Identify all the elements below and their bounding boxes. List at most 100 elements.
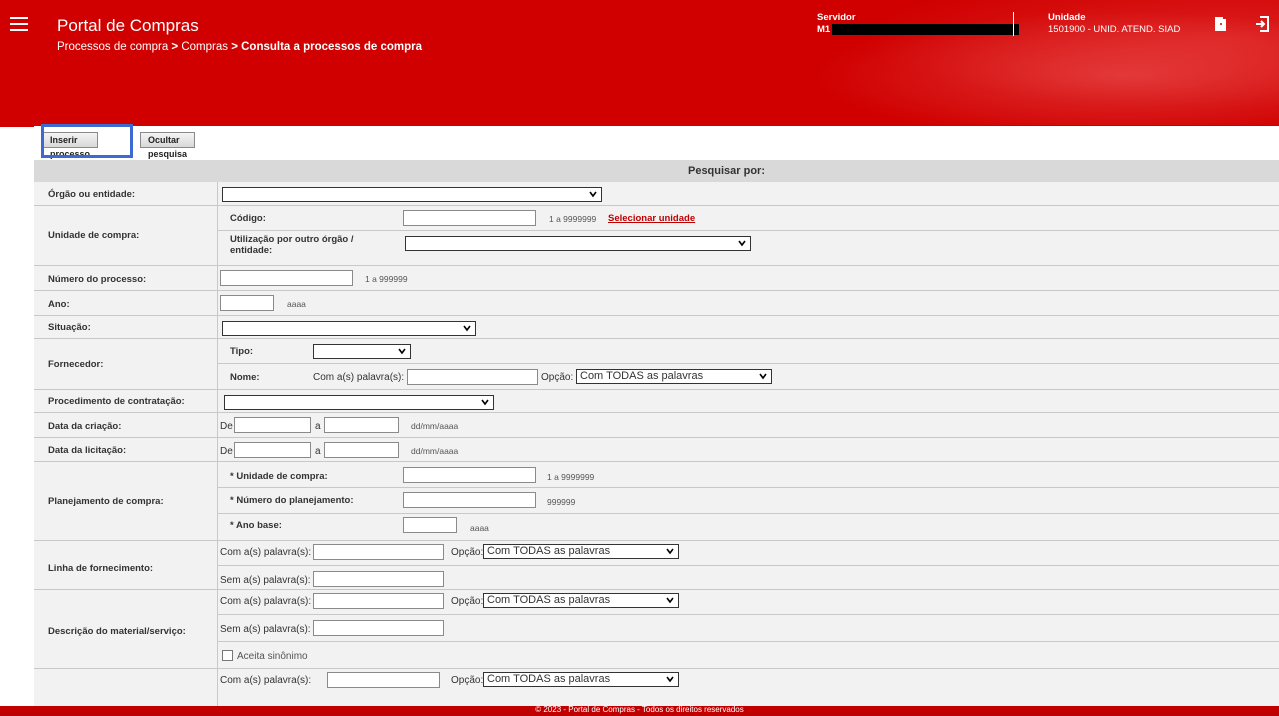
unidade-label: Unidade: [1048, 12, 1086, 23]
menu-icon[interactable]: [10, 17, 28, 31]
chevron-down-icon: [738, 240, 746, 247]
opcao-label: Opção:: [451, 675, 484, 686]
descricao-sem-input[interactable]: [313, 620, 444, 636]
fornecedor-nome-input[interactable]: [407, 369, 538, 385]
breadcrumb-separator: >: [171, 41, 179, 53]
tipo-select[interactable]: [313, 344, 411, 359]
tipo-label: Tipo:: [230, 346, 254, 357]
orgao-select[interactable]: [222, 187, 602, 202]
hide-search-button[interactable]: Ocultar pesquisa: [140, 132, 196, 159]
row-data-criacao: Data da criação: De a dd/mm/aaaa: [34, 413, 1279, 438]
plan-unidade-hint: 1 a 9999999: [547, 472, 595, 482]
aceita-sinonimo-checkbox[interactable]: [222, 650, 233, 661]
plan-numero-label: * Número do planejamento:: [230, 495, 354, 506]
partial-com-input[interactable]: [327, 672, 440, 688]
com-palavras-label: Com a(s) palavra(s):: [220, 675, 312, 686]
utilizacao-label: Utilização por outro órgão / entidade:: [230, 234, 354, 256]
selecionar-unidade-link[interactable]: Selecionar unidade: [608, 213, 695, 224]
data-criacao-de-input[interactable]: [234, 417, 311, 433]
row-numero-processo: Número do processo: 1 a 999999: [34, 266, 1279, 291]
logout-icon[interactable]: [1255, 16, 1269, 32]
opcao-selected-value: Com TODAS as palavras: [580, 370, 704, 382]
opcao-selected-value: Com TODAS as palavras: [487, 673, 611, 685]
breadcrumb-compras[interactable]: Compras: [181, 41, 228, 53]
ano-input[interactable]: [220, 295, 274, 311]
chevron-down-icon: [666, 548, 674, 555]
footer-text: © 2023 - Portal de Compras - Todos os di…: [535, 706, 744, 714]
fornecedor-opcao-select[interactable]: Com TODAS as palavras: [576, 369, 772, 384]
com-palavras-label: Com a(s) palavra(s):: [220, 547, 312, 558]
app-header: Portal de Compras Processos de compra > …: [0, 0, 1279, 127]
linha-label: Linha de fornecimento:: [48, 563, 154, 574]
procedimento-label: Procedimento de contratação:: [48, 396, 185, 407]
descricao-com-input[interactable]: [313, 593, 444, 609]
row-ano: Ano: aaaa: [34, 291, 1279, 316]
row-descricao: Descrição do material/serviço: Com a(s) …: [34, 590, 1279, 669]
data-licitacao-de-input[interactable]: [234, 442, 311, 458]
footer: © 2023 - Portal de Compras - Todos os di…: [0, 706, 1279, 716]
breadcrumb-current: Consulta a processos de compra: [241, 41, 422, 53]
search-form-header: Pesquisar por:: [34, 160, 1279, 182]
plan-ano-label: * Ano base:: [230, 520, 282, 531]
row-linha-fornecimento: Linha de fornecimento: Com a(s) palavra(…: [34, 541, 1279, 590]
codigo-input[interactable]: [403, 210, 536, 226]
procedimento-select[interactable]: [224, 395, 494, 410]
row-situacao: Situação:: [34, 316, 1279, 339]
orgao-label: Órgão ou entidade:: [48, 189, 136, 200]
numero-processo-hint: 1 a 999999: [365, 274, 408, 284]
codigo-hint: 1 a 9999999: [549, 214, 597, 224]
data-licitacao-ate-input[interactable]: [324, 442, 399, 458]
ano-hint: aaaa: [287, 299, 306, 309]
plan-numero-hint: 999999: [547, 497, 576, 507]
opcao-selected-value: Com TODAS as palavras: [487, 594, 611, 606]
sem-palavras-label: Sem a(s) palavra(s):: [220, 624, 311, 635]
unidade-value: 1501900 - UNID. ATEND. SIAD: [1048, 24, 1181, 35]
chevron-down-icon: [463, 325, 471, 332]
date-hint: dd/mm/aaaa: [411, 446, 459, 456]
app-title: Portal de Compras: [57, 16, 199, 35]
data-criacao-ate-input[interactable]: [324, 417, 399, 433]
header-divider: [1013, 12, 1014, 36]
de-label: De: [220, 421, 233, 432]
planejamento-label: Planejamento de compra:: [48, 496, 164, 507]
ano-label: Ano:: [48, 299, 70, 310]
partial-opcao-select[interactable]: Com TODAS as palavras: [483, 672, 679, 687]
door-icon[interactable]: [1214, 16, 1228, 32]
chevron-down-icon: [759, 373, 767, 380]
breadcrumb: Processos de compra > Compras > Consulta…: [57, 41, 422, 53]
servidor-label: Servidor: [817, 12, 856, 23]
plan-ano-input[interactable]: [403, 517, 457, 533]
linha-opcao-select[interactable]: Com TODAS as palavras: [483, 544, 679, 559]
servidor-value: M1: [817, 24, 831, 36]
plan-unidade-input[interactable]: [403, 467, 536, 483]
row-unidade-compra: Unidade de compra: Código: 1 a 9999999 S…: [34, 206, 1279, 266]
de-label: De: [220, 446, 233, 457]
row-fornecedor: Fornecedor: Tipo: Nome: Com a(s) palavra…: [34, 339, 1279, 390]
row-orgao: Órgão ou entidade:: [34, 182, 1279, 206]
data-criacao-label: Data da criação:: [48, 421, 122, 432]
insert-process-button[interactable]: Inserir processo: [42, 132, 99, 159]
com-palavras-label: Com a(s) palavra(s):: [220, 596, 312, 607]
opcao-label: Opção:: [451, 596, 484, 607]
plan-numero-input[interactable]: [403, 492, 536, 508]
plan-ano-hint: aaaa: [470, 523, 489, 533]
redacted-block: [832, 24, 1020, 35]
descricao-opcao-select[interactable]: Com TODAS as palavras: [483, 593, 679, 608]
nome-label: Nome:: [230, 372, 260, 383]
servidor-info: Servidor M1: [817, 12, 1020, 36]
breadcrumb-processos[interactable]: Processos de compra: [57, 41, 168, 53]
utilizacao-select[interactable]: [405, 236, 751, 251]
numero-processo-label: Número do processo:: [48, 274, 147, 285]
linha-com-input[interactable]: [313, 544, 444, 560]
situacao-select[interactable]: [222, 321, 476, 336]
numero-processo-input[interactable]: [220, 270, 353, 286]
date-hint: dd/mm/aaaa: [411, 421, 459, 431]
chevron-down-icon: [666, 676, 674, 683]
chevron-down-icon: [398, 348, 406, 355]
row-data-licitacao: Data da licitação: De a dd/mm/aaaa: [34, 438, 1279, 462]
linha-sem-input[interactable]: [313, 571, 444, 587]
opcao-label: Opção:: [541, 372, 574, 383]
breadcrumb-separator: >: [231, 41, 238, 53]
opcao-label: Opção:: [451, 547, 484, 558]
search-form: Pesquisar por: Órgão ou entidade: Unidad…: [34, 160, 1279, 709]
